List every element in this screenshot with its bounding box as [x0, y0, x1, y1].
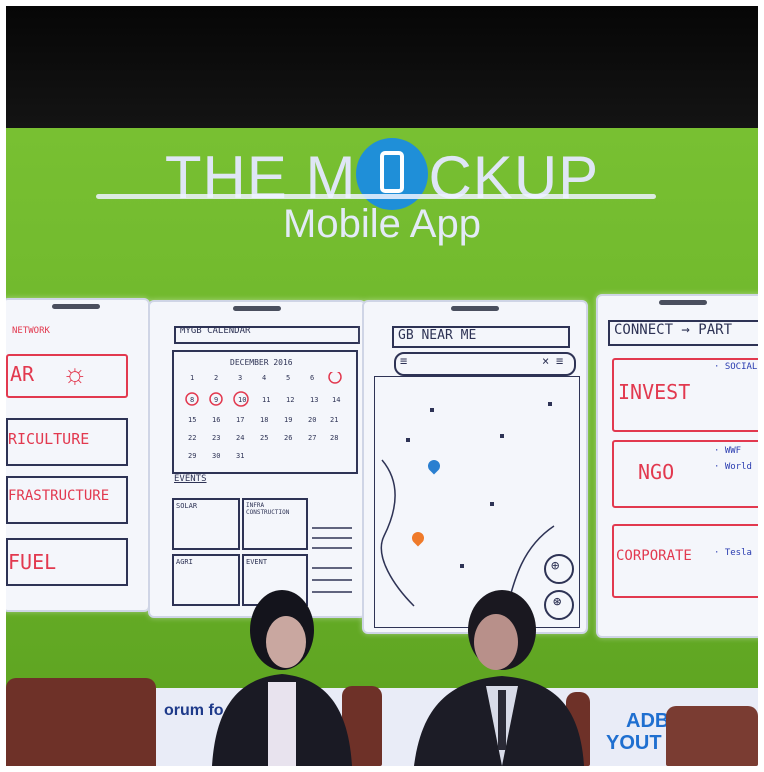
event-card-title: EVENT: [246, 558, 268, 566]
svg-text:30: 30: [212, 452, 220, 460]
svg-text:1: 1: [190, 374, 194, 382]
title-part-1: THE M: [164, 144, 357, 211]
svg-text:19: 19: [284, 416, 292, 424]
title-part-2: CKUP: [428, 144, 600, 211]
event-card-title: AGRI: [176, 558, 193, 566]
svg-text:2: 2: [214, 374, 218, 382]
svg-text:15: 15: [188, 416, 196, 424]
event-card-title: INFRA CONSTRUCTION: [246, 502, 290, 516]
phone-speaker: [451, 306, 499, 311]
title-underline: [96, 194, 656, 199]
event-card-title: SOLAR: [176, 502, 198, 510]
network-item-label: RICULTURE: [8, 430, 90, 448]
svg-text:18: 18: [260, 416, 268, 424]
connect-header: CONNECT → PART: [614, 322, 733, 338]
phone-speaker: [659, 300, 707, 305]
svg-text:14: 14: [332, 396, 340, 404]
near-me-header: GB NEAR ME: [398, 328, 477, 343]
svg-text:4: 4: [262, 374, 266, 382]
connect-note: · WWF: [714, 446, 742, 456]
svg-text:24: 24: [236, 434, 244, 442]
svg-text:28: 28: [330, 434, 338, 442]
phone-icon-badge: [356, 138, 429, 210]
svg-text:5: 5: [286, 374, 290, 382]
svg-text:16: 16: [212, 416, 220, 424]
svg-text:25: 25: [260, 434, 268, 442]
chair-far-right: [666, 706, 758, 766]
projection-screen: THE M CKUP Mobile App NETWORK AR ☼ RICULT…: [6, 128, 758, 688]
map-marker: [500, 434, 504, 438]
mockup-connect: CONNECT → PART INVEST · SOCIAL NGO · WWF…: [596, 294, 758, 638]
network-item-label: AR: [10, 362, 35, 386]
map-marker: [548, 402, 552, 406]
svg-text:13: 13: [310, 396, 318, 404]
close-icon: ×: [542, 354, 550, 368]
calendar-header: MYGB CALENDAR: [180, 326, 251, 336]
svg-text:8: 8: [190, 396, 194, 404]
menu-icon: ≡: [400, 354, 408, 368]
events-label: EVENTS: [174, 474, 207, 484]
mockup-network: NETWORK AR ☼ RICULTURE FRASTRUCTURE FUEL: [6, 298, 150, 612]
connect-note: · Tesla: [714, 548, 752, 558]
photo: THE M CKUP Mobile App NETWORK AR ☼ RICULT…: [6, 6, 758, 766]
connect-note: · SOCIAL: [714, 362, 758, 372]
svg-text:29: 29: [188, 452, 196, 460]
svg-text:3: 3: [238, 374, 242, 382]
map-marker: [430, 408, 434, 412]
svg-text:26: 26: [284, 434, 292, 442]
svg-text:12: 12: [286, 396, 294, 404]
mockup-calendar: MYGB CALENDAR DECEMBER 2016 123456 8 9 10 1…: [148, 300, 366, 618]
map-marker: [460, 564, 464, 568]
chair-left: [6, 678, 156, 766]
sun-icon: ☼: [62, 358, 88, 389]
svg-text:11: 11: [262, 396, 270, 404]
phone-icon: [380, 151, 405, 193]
map-marker: [490, 502, 494, 506]
banner-right-text-1: ADB: [626, 710, 670, 732]
navigate-icon: ⊕: [551, 558, 560, 574]
list-icon: ≡: [556, 354, 564, 368]
slide-title: THE M CKUP: [6, 138, 758, 210]
speaker-woman: [212, 590, 352, 766]
svg-text:20: 20: [308, 416, 316, 424]
phone-speaker: [52, 304, 100, 309]
network-item-label: FUEL: [8, 550, 57, 574]
calendar-month: DECEMBER 2016: [230, 358, 293, 367]
svg-text:9: 9: [214, 396, 218, 404]
speaker-man: [414, 590, 584, 766]
svg-text:31: 31: [236, 452, 244, 460]
banner-right-text-2: YOUT: [606, 732, 662, 754]
connect-note: · World: [714, 462, 752, 472]
calendar-days: 123456 8 9 10 11 12 13 14 15 16 17 18 19 20 21 22 23 2…: [185, 372, 342, 460]
dark-ceiling: [6, 6, 758, 128]
svg-text:22: 22: [188, 434, 196, 442]
svg-text:10: 10: [238, 396, 246, 404]
svg-text:21: 21: [330, 416, 338, 424]
connect-item-label: CORPORATE: [616, 548, 692, 564]
svg-text:27: 27: [308, 434, 316, 442]
svg-text:17: 17: [236, 416, 244, 424]
connect-item-label: INVEST: [618, 380, 691, 404]
map-marker: [406, 438, 410, 442]
slide-subtitle: Mobile App: [283, 202, 481, 246]
phone-speaker: [233, 306, 281, 311]
svg-text:23: 23: [212, 434, 220, 442]
network-header: NETWORK: [12, 326, 50, 336]
connect-item-label: NGO: [638, 460, 675, 484]
svg-text:6: 6: [310, 374, 314, 382]
network-item-label: FRASTRUCTURE: [8, 488, 110, 504]
